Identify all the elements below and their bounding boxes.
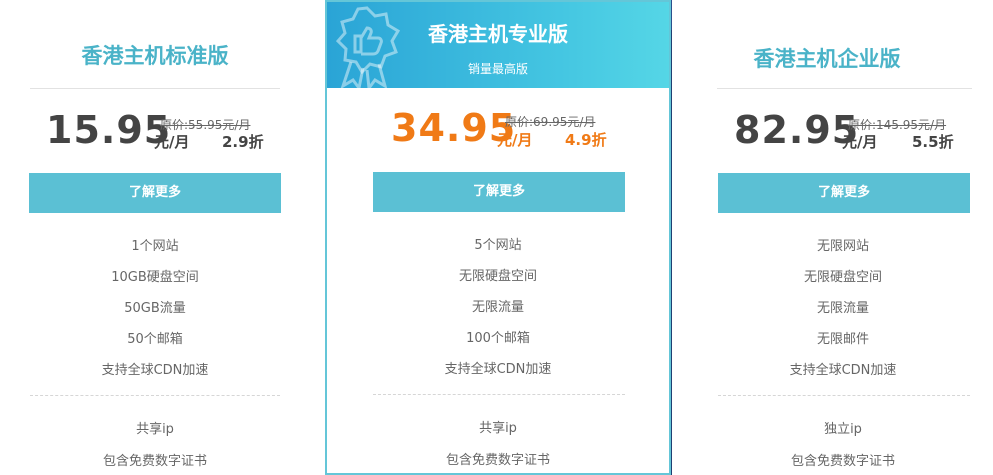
price: 15.95: [46, 108, 172, 152]
dashed-divider: [373, 394, 625, 395]
discount: 5.5折: [912, 133, 954, 151]
feature-item: 无限邮件: [816, 332, 869, 347]
plan-card-enterprise: 香港主机企业版 82.95 原价:145.95元/月 元/月 5.5折 了解更多…: [672, 0, 993, 475]
plan-title: 香港主机标准版: [81, 44, 229, 68]
feature-item: 无限流量: [471, 300, 524, 315]
plan-title: 香港主机专业版: [428, 22, 568, 46]
divider: [30, 88, 280, 89]
feature-item: 5个网站: [474, 238, 522, 253]
feature-item: 无限硬盘空间: [458, 269, 537, 284]
feature-item: 支持全球CDN加速: [789, 363, 897, 378]
feature-item: 无限硬盘空间: [803, 270, 882, 285]
feature-item: 支持全球CDN加速: [444, 362, 552, 377]
feature-item: 100个邮箱: [466, 331, 530, 346]
discount: 2.9折: [222, 133, 264, 151]
price-unit: 元/月: [154, 133, 190, 151]
featured-banner: 香港主机专业版 销量最高版: [327, 2, 669, 88]
learn-more-button[interactable]: 了解更多: [373, 172, 625, 212]
plan-subtitle: 销量最高版: [467, 62, 528, 76]
feature-item: 10GB硬盘空间: [111, 270, 199, 285]
plan-title: 香港主机企业版: [753, 47, 901, 71]
divider: [717, 88, 972, 89]
extra-item: 共享ip: [479, 421, 517, 436]
dashed-divider: [718, 395, 970, 396]
feature-item: 无限网站: [816, 239, 869, 254]
plan-card-standard: 香港主机标准版 15.95 原价:55.95元/月 元/月 2.9折 了解更多 …: [0, 0, 325, 475]
extra-item: 包含免费数字证书: [445, 453, 550, 468]
price-unit: 元/月: [842, 133, 878, 151]
learn-more-button[interactable]: 了解更多: [718, 173, 970, 213]
extra-item: 包含免费数字证书: [790, 454, 895, 469]
feature-item: 50个邮箱: [127, 332, 183, 347]
plan-card-professional: 香港主机专业版 销量最高版 34.95 原价:69.95元/月 元/月 4.9折…: [325, 0, 671, 475]
discount: 4.9折: [565, 131, 607, 149]
price: 82.95: [734, 108, 860, 152]
feature-item: 支持全球CDN加速: [101, 363, 209, 378]
original-price: 原价:69.95元/月: [505, 115, 596, 129]
extra-item: 独立ip: [824, 422, 862, 437]
learn-more-button[interactable]: 了解更多: [29, 173, 281, 213]
feature-item: 无限流量: [816, 301, 869, 316]
feature-item: 1个网站: [131, 239, 179, 254]
dashed-divider: [30, 395, 280, 396]
price-unit: 元/月: [497, 131, 533, 149]
feature-item: 50GB流量: [124, 301, 186, 316]
extra-item: 包含免费数字证书: [102, 454, 207, 469]
extra-item: 共享ip: [136, 422, 174, 437]
